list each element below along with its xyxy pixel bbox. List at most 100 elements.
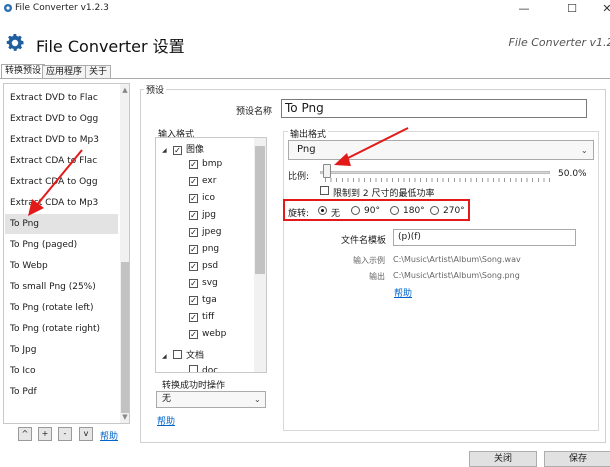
preset-item[interactable]: To small Png (25%) xyxy=(10,282,96,292)
preset-name-input[interactable]: To Png xyxy=(281,99,587,118)
format-item[interactable]: ✓ tga xyxy=(189,295,217,305)
format-label: psd xyxy=(202,261,219,271)
format-item[interactable]: ✓ psd xyxy=(189,261,218,271)
format-item[interactable]: doc xyxy=(189,365,218,372)
format-item[interactable]: ✓ jpg xyxy=(189,210,216,220)
preset-item[interactable]: To Webp xyxy=(10,261,48,271)
format-item[interactable]: ✓ ico xyxy=(189,193,215,203)
window-title: File Converter v1.2.3 xyxy=(15,3,109,13)
rotation-90-radio[interactable] xyxy=(351,206,360,215)
preset-item[interactable]: Extract DVD to Mp3 xyxy=(10,135,99,145)
preset-item[interactable]: Extract CDA to Mp3 xyxy=(10,198,98,208)
format-label: tiff xyxy=(202,312,215,322)
format-checkbox[interactable]: ✓ xyxy=(189,228,198,237)
format-checkbox[interactable]: ✓ xyxy=(189,296,198,305)
preset-item[interactable]: To Png (paged) xyxy=(10,240,77,250)
remove-preset-button[interactable]: - xyxy=(58,427,72,441)
format-label: svg xyxy=(202,278,218,288)
preset-item[interactable]: Extract DVD to Ogg xyxy=(10,114,98,124)
format-item[interactable]: ✓ webp xyxy=(189,329,226,339)
category-checkbox[interactable]: ✓ xyxy=(173,146,182,155)
rotation-90-label: 90° xyxy=(364,206,380,216)
rotation-none-radio[interactable] xyxy=(318,206,327,215)
input-format-tree[interactable]: ◢ ✓ 图像 ✓ bmp ✓ exr ✓ ico ✓ jpg ✓ jpeg ✓ png ✓ psd… xyxy=(155,137,267,373)
format-item[interactable]: ✓ tiff xyxy=(189,312,214,322)
preset-item[interactable]: To Png (rotate left) xyxy=(10,303,93,313)
format-checkbox[interactable]: ✓ xyxy=(189,160,198,169)
format-checkbox[interactable]: ✓ xyxy=(189,262,198,271)
preset-list-scroll-thumb[interactable] xyxy=(121,262,129,413)
collapse-triangle-icon[interactable]: ◢ xyxy=(162,353,170,360)
example-input-label: 输入示例 xyxy=(353,256,385,265)
collapse-triangle-icon[interactable]: ◢ xyxy=(162,147,170,154)
scale-slider-thumb[interactable] xyxy=(323,164,331,178)
category-checkbox[interactable] xyxy=(173,350,182,359)
tab-divider xyxy=(0,78,610,79)
format-item[interactable]: ✓ bmp xyxy=(189,159,222,169)
scroll-down-icon[interactable]: ▼ xyxy=(121,413,129,421)
preset-item[interactable]: To Png (rotate right) xyxy=(10,324,100,334)
preset-item[interactable]: Extract DVD to Flac xyxy=(10,93,98,103)
category-label: 图像 xyxy=(186,145,205,155)
tab-about[interactable]: 关于 xyxy=(85,65,112,78)
input-help-link[interactable]: 帮助 xyxy=(157,414,175,427)
format-item[interactable]: ✓ png xyxy=(189,244,219,254)
move-up-button[interactable]: ^ xyxy=(18,427,32,441)
format-checkbox[interactable]: ✓ xyxy=(189,194,198,203)
preset-item[interactable]: To Pdf xyxy=(10,387,37,397)
rotation-270-label: 270° xyxy=(443,206,465,216)
save-button[interactable]: 保存 xyxy=(544,451,610,467)
pow2-label: 限制到 2 尺寸的最低功率 xyxy=(333,189,435,199)
format-checkbox[interactable]: ✓ xyxy=(189,245,198,254)
filename-template-input[interactable]: (p)(f) xyxy=(393,229,576,246)
category-label: 文档 xyxy=(186,351,205,361)
format-checkbox[interactable]: ✓ xyxy=(189,330,198,339)
example-output-label: 输出 xyxy=(369,272,385,281)
format-checkbox[interactable]: ✓ xyxy=(189,211,198,220)
tree-category-image[interactable]: ◢ ✓ 图像 xyxy=(162,142,204,155)
scroll-up-icon[interactable]: ▲ xyxy=(121,86,129,94)
format-checkbox[interactable]: ✓ xyxy=(189,177,198,186)
example-output-value: C:\Music\Artist\Album\Song.png xyxy=(393,271,520,280)
rotation-180-radio[interactable] xyxy=(390,206,399,215)
move-down-button[interactable]: v xyxy=(79,427,93,441)
pow2-checkbox[interactable] xyxy=(320,186,329,195)
format-item[interactable]: ✓ jpeg xyxy=(189,227,221,237)
tree-scroll-thumb[interactable] xyxy=(255,146,265,274)
format-checkbox[interactable]: ✓ xyxy=(189,279,198,288)
preset-item[interactable]: To Jpg xyxy=(10,345,36,355)
output-format-label: 输出格式 xyxy=(288,127,329,140)
chevron-down-icon[interactable]: ⌄ xyxy=(581,146,588,155)
minimize-button[interactable]: — xyxy=(507,1,541,17)
format-label: ico xyxy=(202,193,215,203)
format-item[interactable]: ✓ svg xyxy=(189,278,218,288)
chevron-down-icon[interactable]: ⌄ xyxy=(254,395,261,404)
format-checkbox[interactable] xyxy=(189,365,198,372)
after-convert-select[interactable]: 无 xyxy=(156,391,266,408)
example-input-value: C:\Music\Artist\Album\Song.wav xyxy=(393,255,521,264)
left-help-link[interactable]: 帮助 xyxy=(100,429,118,442)
preset-group-legend: 预设 xyxy=(144,83,167,96)
format-checkbox[interactable]: ✓ xyxy=(189,313,198,322)
scale-label: 比例: xyxy=(288,172,310,182)
preset-item[interactable]: Extract CDA to Flac xyxy=(10,156,97,166)
rotation-270-radio[interactable] xyxy=(430,206,439,215)
format-item[interactable]: ✓ exr xyxy=(189,176,216,186)
scale-slider-track[interactable] xyxy=(320,171,550,174)
maximize-button[interactable]: ☐ xyxy=(555,1,589,17)
format-label: webp xyxy=(202,329,227,339)
add-preset-button[interactable]: + xyxy=(38,427,52,441)
preset-item[interactable]: Extract CDA to Ogg xyxy=(10,177,98,187)
preset-list[interactable]: Extract DVD to Flac Extract DVD to Ogg E… xyxy=(3,83,130,424)
tab-applications[interactable]: 应用程序 xyxy=(42,65,87,78)
close-button[interactable]: 关闭 xyxy=(469,451,537,467)
tree-category-document[interactable]: ◢ 文档 xyxy=(162,348,204,361)
output-format-select[interactable]: Png xyxy=(288,140,594,160)
page-title: File Converter 设置 xyxy=(36,37,185,56)
output-help-link[interactable]: 帮助 xyxy=(394,286,412,299)
preset-item-selected[interactable]: To Png xyxy=(10,219,39,229)
tab-presets[interactable]: 转换预设 xyxy=(1,64,46,78)
format-label: jpg xyxy=(202,210,216,220)
preset-item[interactable]: To Ico xyxy=(10,366,35,376)
close-window-button[interactable]: ✕ xyxy=(590,1,610,17)
